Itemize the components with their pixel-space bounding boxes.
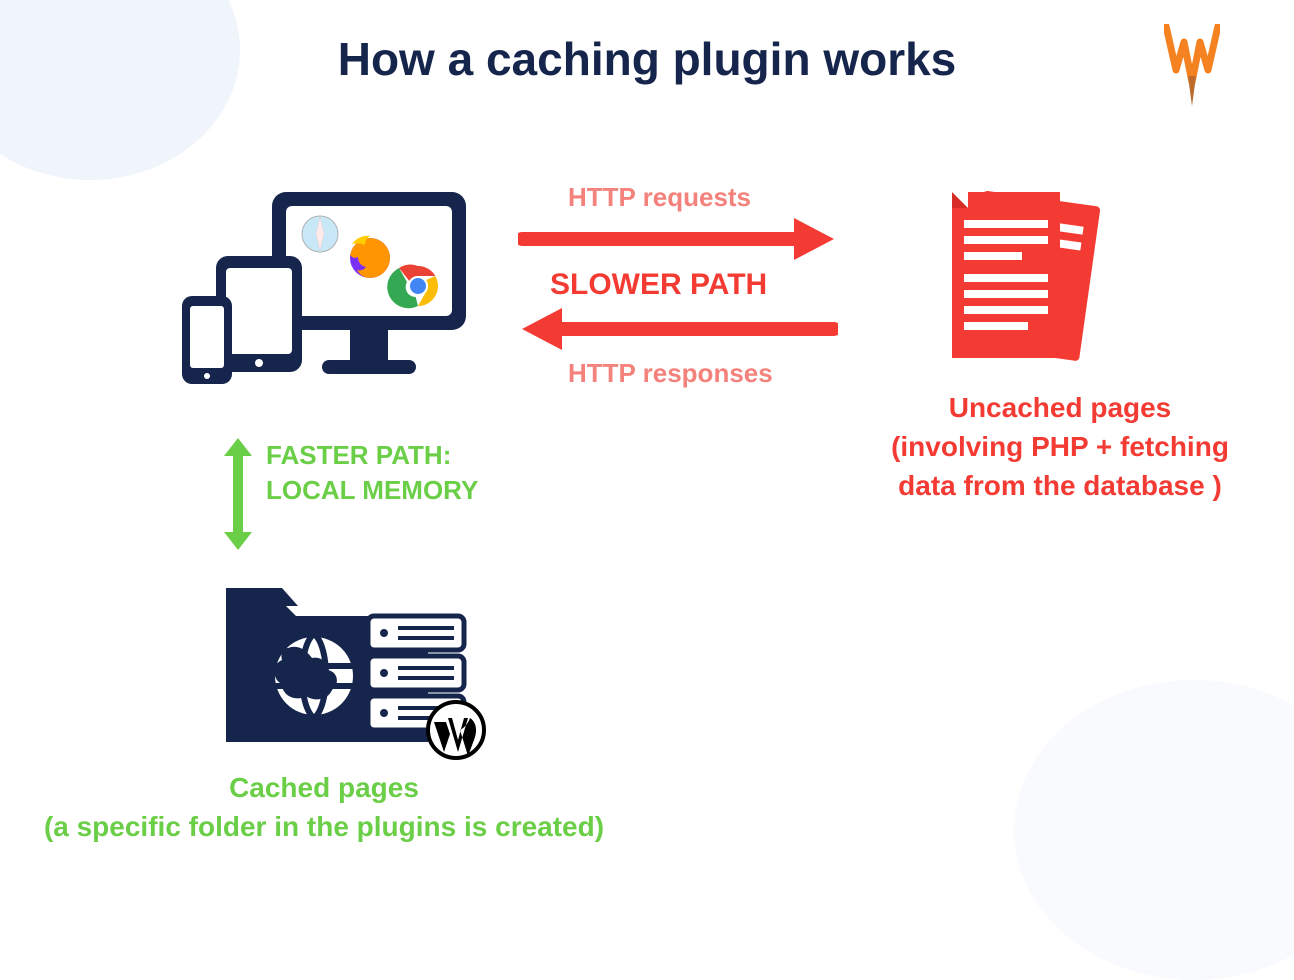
cached-heading: Cached pages	[229, 772, 419, 803]
cached-folder-icon	[218, 566, 498, 771]
uncached-pages-text: Uncached pages (involving PHP + fetching…	[860, 388, 1260, 506]
wp-rocket-logo-icon	[1164, 24, 1220, 113]
decorative-blob-bottom	[1014, 680, 1294, 980]
decorative-blob-top	[0, 0, 240, 180]
faster-path-label: FASTER PATH: LOCAL MEMORY	[266, 438, 478, 508]
arrow-left-icon	[518, 304, 838, 359]
faster-line2: LOCAL MEMORY	[266, 475, 478, 505]
devices-browsers-icon	[172, 186, 472, 411]
uncached-sub: (involving PHP + fetching data from the …	[891, 431, 1229, 501]
http-responses-label: HTTP responses	[568, 358, 773, 389]
faster-line1: FASTER PATH:	[266, 440, 451, 470]
http-requests-label: HTTP requests	[568, 182, 751, 213]
arrow-right-icon	[518, 214, 838, 269]
slower-path-label: SLOWER PATH	[550, 268, 767, 302]
page-title: How a caching plugin works	[0, 32, 1294, 86]
cached-sub: (a specific folder in the plugins is cre…	[44, 811, 604, 842]
faster-arrow-icon	[218, 434, 258, 559]
uncached-heading: Uncached pages	[949, 392, 1172, 423]
documents-icon	[932, 186, 1122, 381]
cached-pages-text: Cached pages (a specific folder in the p…	[14, 768, 634, 846]
